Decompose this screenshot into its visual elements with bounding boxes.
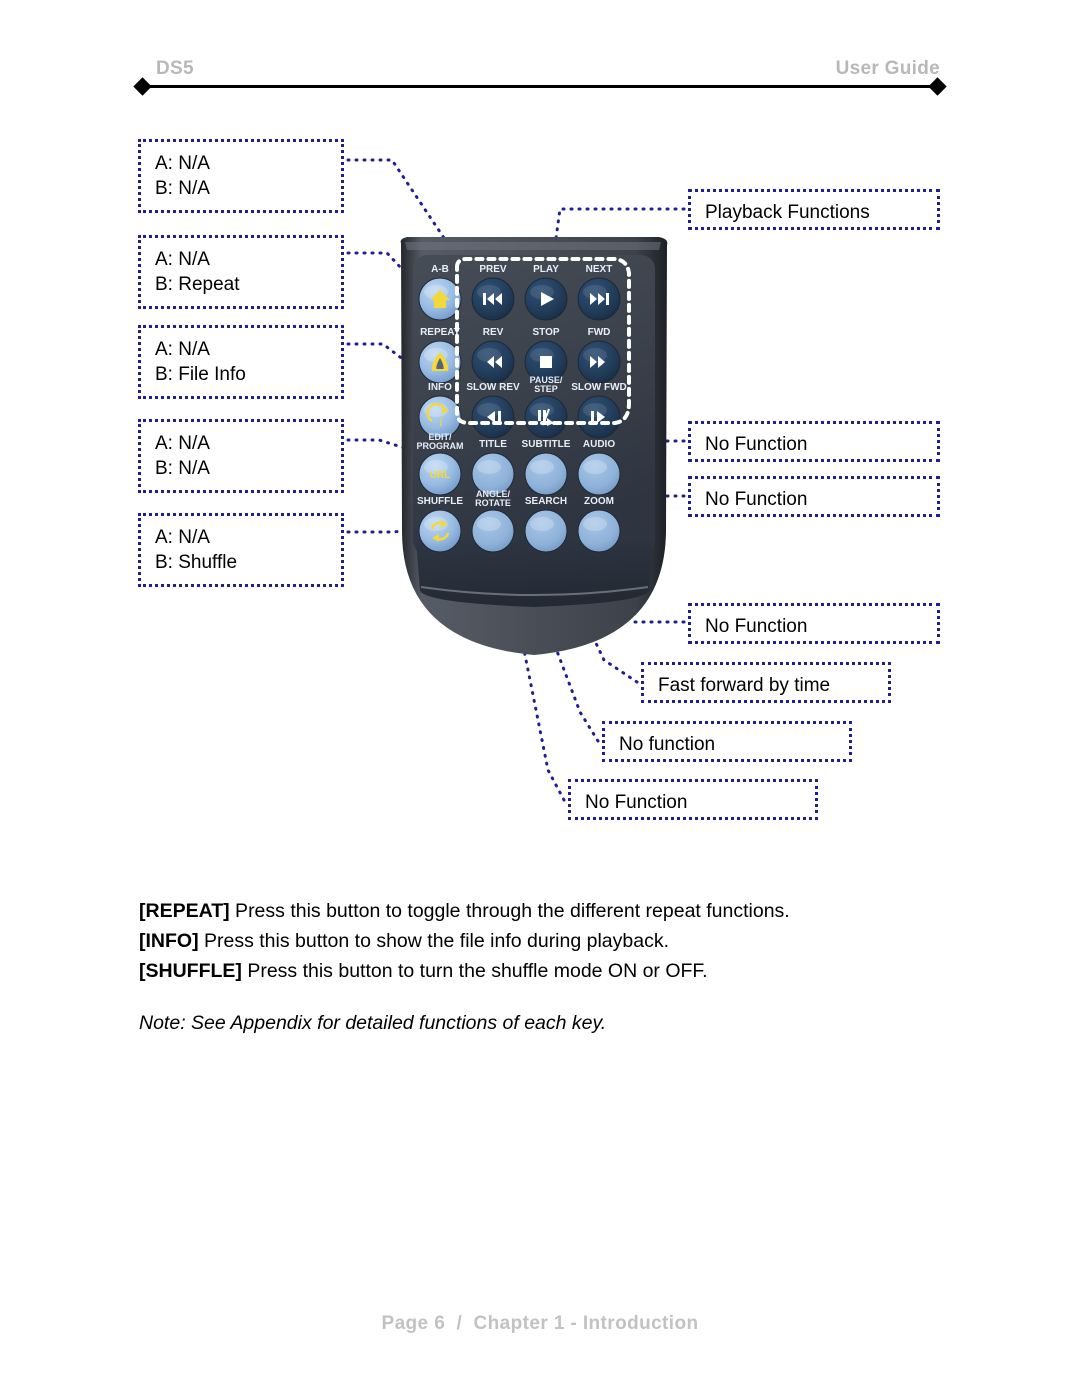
key-description-line-1: [REPEAT] Press this button to toggle thr… [139, 897, 959, 927]
remote-control-image: A-B PREV PLAY NEXT REPEAT REV STOP FWD INFO i SLOW… [383, 231, 683, 661]
header-diamond-right-icon [928, 77, 947, 96]
header-diamond-left-icon [133, 77, 152, 96]
callout-right-2: No Function [688, 421, 940, 462]
svg-text:AUDIO: AUDIO [583, 439, 615, 450]
callout-right-1-label: Playback Functions [705, 202, 870, 223]
key-description-line-1-text: Press this button to toggle through the … [229, 900, 790, 922]
remote-key-pause-step[interactable]: PAUSE/STEP [524, 375, 568, 439]
callout-right-4-label: No Function [705, 616, 808, 637]
callout-left-2-line-b: B: Repeat [155, 274, 240, 296]
callout-left-4: A: N/A B: N/A [138, 419, 344, 493]
stop-icon [540, 356, 552, 368]
svg-text:REV: REV [483, 327, 504, 338]
callout-left-3: A: N/A B: File Info [138, 325, 344, 399]
callout-left-2: A: N/A B: Repeat [138, 235, 344, 309]
callout-left-5: A: N/A B: Shuffle [138, 513, 344, 587]
callout-left-3-line-a: A: N/A [155, 339, 210, 360]
svg-text:i: i [439, 415, 443, 430]
key-description-line-2-key: [INFO] [139, 929, 199, 952]
page-footer: Page 6 / Chapter 1 - Introduction [0, 1313, 1080, 1335]
key-description-line-3-text: Press this button to turn the shuffle mo… [241, 959, 708, 982]
svg-text:NEXT: NEXT [586, 264, 613, 275]
svg-text:PROGRAM: PROGRAM [417, 441, 464, 451]
callout-right-7-label: No Function [585, 792, 688, 813]
svg-text:SUBTITLE: SUBTITLE [522, 439, 571, 450]
url-icon: URL [430, 470, 451, 481]
key-description-line-2: [INFO] Press this button to show the fil… [139, 927, 959, 957]
callout-right-1: Playback Functions [688, 189, 940, 230]
callout-right-7: No Function [568, 779, 818, 820]
svg-text:PLAY: PLAY [533, 264, 559, 275]
remote-key-subtitle[interactable]: SUBTITLE [522, 439, 571, 496]
svg-text:FWD: FWD [588, 327, 611, 338]
svg-text:SEARCH: SEARCH [525, 496, 567, 507]
svg-text:ZOOM: ZOOM [584, 496, 614, 507]
svg-text:A-B: A-B [431, 264, 449, 275]
svg-text:URL: URL [430, 470, 451, 481]
callout-right-4: No Function [688, 603, 940, 644]
header-rule [142, 85, 938, 88]
remote-key-repeat[interactable]: REPEAT [418, 327, 462, 384]
remote-key-edit-program[interactable]: EDIT/PROGRAMURL [417, 432, 464, 496]
key-description-line-2-text: Press this button to show the file info … [198, 929, 670, 952]
callout-right-6-label: No function [619, 734, 716, 755]
callout-left-5-line-a: A: N/A [155, 527, 210, 548]
key-description-line-1-key: [REPEAT] [139, 900, 230, 922]
appendix-note: Note: See Appendix for detailed function… [139, 1012, 607, 1034]
key-description-line-3-key: [SHUFFLE] [139, 959, 242, 982]
remote-key-search[interactable]: SEARCH [524, 496, 568, 553]
header-doc-label: User Guide [835, 58, 940, 79]
callout-left-2-line-a: A: N/A [155, 249, 210, 270]
callout-right-3: No Function [688, 476, 940, 517]
key-description-paragraph: [REPEAT] Press this button to toggle thr… [139, 897, 959, 986]
svg-text:PREV: PREV [479, 264, 507, 275]
callout-right-3-label: No Function [705, 489, 808, 510]
svg-text:STOP: STOP [532, 327, 559, 338]
callout-left-1-line-a: A: N/A [155, 153, 210, 174]
svg-text:REPEAT: REPEAT [420, 327, 460, 338]
svg-text:INFO: INFO [428, 382, 452, 393]
callout-left-4-line-a: A: N/A [155, 433, 210, 454]
header-product-label: DS5 [156, 58, 194, 79]
svg-text:SLOW REV: SLOW REV [466, 382, 520, 393]
svg-text:TITLE: TITLE [479, 439, 507, 450]
remote-key-shuffle[interactable]: SHUFFLE [417, 496, 463, 553]
svg-text:SLOW FWD: SLOW FWD [571, 382, 627, 393]
svg-text:STEP: STEP [534, 384, 558, 394]
callout-right-6: No function [602, 721, 852, 762]
svg-text:ROTATE: ROTATE [475, 498, 511, 508]
remote-key-zoom[interactable]: ZOOM [577, 496, 621, 553]
callout-right-5-label: Fast forward by time [658, 675, 831, 696]
page-header: DS5 User Guide [0, 0, 1080, 100]
remote-key-audio[interactable]: AUDIO [577, 439, 621, 496]
callout-right-5: Fast forward by time [641, 662, 891, 703]
callout-right-2-label: No Function [705, 434, 808, 455]
callout-left-3-line-b: B: File Info [155, 364, 246, 386]
svg-text:SHUFFLE: SHUFFLE [417, 496, 463, 507]
footer-label: Page 6 / Chapter 1 - Introduction [381, 1313, 699, 1334]
callout-left-1-line-b: B: N/A [155, 178, 210, 200]
callout-left-1: A: N/A B: N/A [138, 139, 344, 213]
callout-left-4-line-b: B: N/A [155, 458, 210, 480]
callout-left-5-line-b: B: Shuffle [155, 552, 238, 574]
key-description-line-3: [SHUFFLE] Press this button to turn the … [139, 957, 959, 987]
remote-key-angle-rotate[interactable]: ANGLE/ROTATE [471, 489, 515, 553]
